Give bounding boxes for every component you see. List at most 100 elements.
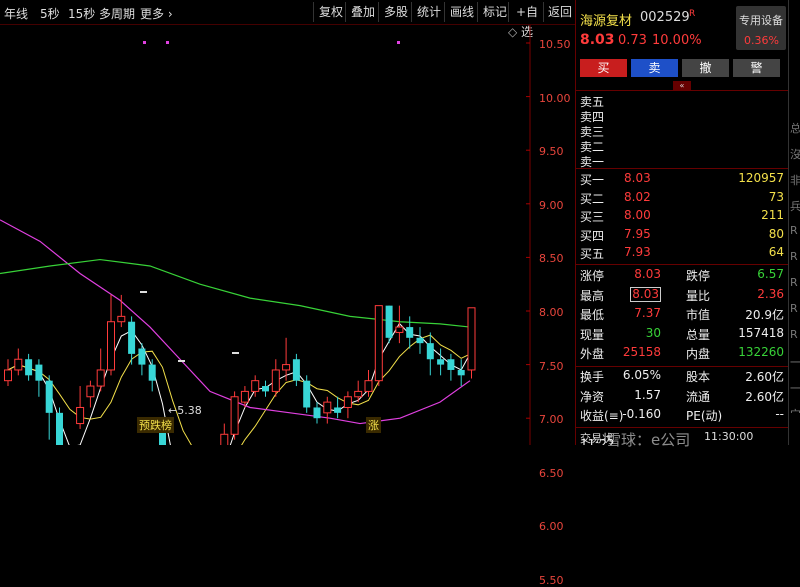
price-axis-label: 6.00 [539, 520, 564, 534]
stat-value: -0.160 [622, 407, 661, 421]
overlay-button[interactable]: 叠加 [345, 2, 380, 22]
ma10-line [7, 334, 472, 485]
candle-body [303, 380, 311, 408]
stat-label: 跌停 [686, 269, 711, 283]
stat-label: 最高 [580, 288, 605, 303]
sector-pct: 0.36% [744, 34, 779, 47]
low-price-marker: ←5.38 [168, 404, 202, 417]
stat-value: 2.60亿 [745, 389, 784, 404]
edge-char: R [790, 250, 798, 263]
sector-box[interactable]: 专用设备 0.36% [736, 6, 786, 50]
candle-body [292, 359, 300, 381]
tick-row: 11:22 [576, 437, 788, 445]
period-more[interactable]: 更多 › [140, 5, 173, 22]
bid-price: 8.02 [624, 189, 651, 204]
sector-label: 专用设备 [739, 14, 783, 27]
bid-volume: 64 [768, 245, 784, 259]
candle-body [251, 380, 260, 392]
bid-price: 8.03 [624, 171, 651, 185]
stat-label: 净资 [580, 389, 605, 404]
candle-body [262, 386, 269, 392]
edge-char: 总 [790, 122, 800, 135]
stat-value: 30 [645, 325, 661, 340]
bid-row: 买五 7.93 64 [576, 245, 788, 264]
candle-body [437, 359, 445, 365]
price-axis-label: 8.50 [539, 252, 564, 266]
kline-chart[interactable]: ◇ 10.50 10.00 9.50 9.00 8.50 8.00 7.50 7.00 6.50… [0, 25, 575, 587]
quote-panel: 海源复材 002529 R 8.03 0.73 10.00% 专用设备 0.36… [575, 0, 788, 449]
stat-value: 8.03 [634, 267, 661, 281]
stat-row: 涨停 8.03 跌停 6.57 [576, 267, 788, 286]
cancel-order-button[interactable]: 撤 [682, 59, 729, 77]
stat-value: 1.57 [634, 387, 661, 402]
edge-char: R [790, 224, 798, 237]
add-watchlist-button[interactable]: +自选 [508, 2, 545, 39]
period-year[interactable]: 年线 [4, 5, 28, 22]
stock-name: 海源复材 [580, 14, 633, 29]
period-5s[interactable]: 5秒 [40, 5, 60, 22]
bid-level-label: 买五 [580, 247, 605, 261]
back-button[interactable]: 返回 [543, 2, 576, 22]
stat-value: 6.05% [622, 368, 661, 382]
stat-row: 收益(≡) -0.160 PE(动) -- [576, 407, 788, 426]
restore-rights-button[interactable]: 复权 [313, 2, 348, 22]
stat-value: 20.9亿 [745, 308, 784, 322]
candle-body [240, 390, 249, 403]
bid-level-label: 买三 [580, 210, 605, 224]
bid-volume: 80 [768, 226, 784, 241]
period-15s[interactable]: 15秒 [68, 5, 95, 22]
marker-dash [140, 291, 147, 293]
draw-line-button[interactable]: 画线 [444, 2, 479, 22]
price-axis-label: 10.50 [539, 38, 571, 51]
mark-button[interactable]: 标记 [477, 2, 512, 22]
candle-body [76, 406, 85, 425]
multi-stock-button[interactable]: 多股 [378, 2, 413, 22]
marker-dash [178, 360, 185, 362]
drop-rank-tag[interactable]: 预跌榜 [137, 417, 174, 433]
candle-body [35, 364, 43, 381]
price-change: 0.73 [618, 33, 647, 48]
stat-value: 2.36 [757, 286, 784, 301]
bid-volume: 211 [761, 208, 784, 222]
price-axis-label: 5.50 [539, 574, 564, 587]
candle-body [467, 307, 476, 371]
candle-body [45, 380, 53, 413]
candle-body [385, 305, 393, 338]
stat-label: 最低 [580, 308, 605, 322]
stat-row: 最低 7.37 市值 20.9亿 [576, 306, 788, 325]
collapse-chevron-icon[interactable]: « [673, 81, 691, 90]
rzrq-flag: R [689, 9, 696, 19]
stock-code: 002529 [640, 10, 690, 25]
bid-row: 买四 7.95 80 [576, 227, 788, 246]
stat-label: 收益(≡) [580, 409, 624, 423]
bid-row: 买二 8.02 73 [576, 190, 788, 209]
candle-body [334, 407, 342, 413]
edge-char: 兵 [790, 200, 800, 213]
statistics-button[interactable]: 统计 [411, 2, 446, 22]
kline-svg [0, 25, 531, 587]
stat-label: 现量 [580, 327, 605, 342]
sell-button[interactable]: 卖 [631, 59, 678, 77]
stat-value: 25158 [622, 345, 661, 359]
bid-volume: 73 [768, 189, 784, 204]
candle-body [282, 364, 291, 371]
stat-label: 外盘 [580, 347, 605, 361]
candle-body [395, 326, 404, 333]
signal-dot [166, 41, 169, 44]
stat-value: 8.03 [630, 286, 661, 302]
edge-char: R [790, 302, 798, 315]
bid-level-label: 买二 [580, 191, 605, 206]
stat-label: 换手 [580, 370, 605, 384]
edge-char: 宀 [790, 408, 800, 421]
stat-row: 现量 30 总量 157418 [576, 326, 788, 345]
settings-diamond-icon[interactable]: ◇ [508, 25, 517, 39]
rise-tag[interactable]: 涨 [366, 417, 381, 433]
marker-dash [232, 352, 239, 354]
stat-label: 市值 [686, 308, 711, 322]
stat-value: -- [775, 407, 784, 421]
buy-button[interactable]: 买 [580, 59, 627, 77]
period-multi[interactable]: 多周期 [99, 5, 135, 22]
stat-value: 157418 [738, 325, 784, 340]
candle-body [354, 390, 363, 398]
alert-button[interactable]: 警 [733, 59, 780, 77]
